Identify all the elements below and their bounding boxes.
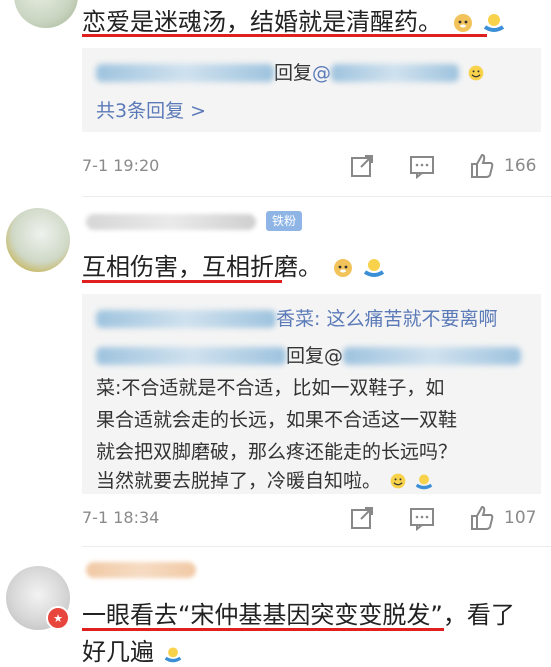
verified-badge-icon: ★ [46, 606, 70, 630]
fan-badge: 铁粉 [266, 211, 303, 231]
comment-text: 好几遍 [82, 632, 182, 667]
like-count: 107 [504, 508, 537, 528]
reply-text-line: 菜:不合适就是不合适，比如一双鞋子，如 [96, 377, 445, 399]
blurred-username [96, 347, 286, 365]
hug-emoji-icon [415, 474, 433, 490]
blurred-username [96, 64, 274, 82]
smile-emoji-icon [390, 473, 406, 489]
blurred-username [343, 347, 522, 365]
red-underline [82, 34, 487, 37]
smile-emoji-icon [468, 65, 484, 81]
comment-icon[interactable] [408, 152, 436, 180]
avatar[interactable] [6, 208, 70, 272]
like-icon[interactable] [468, 504, 496, 532]
more-replies-link[interactable]: 共3条回复 > [96, 96, 206, 123]
comment-meta: 7-1 19:20 166 [82, 152, 541, 182]
like-icon[interactable] [468, 152, 496, 180]
share-icon[interactable] [348, 504, 376, 532]
hug-emoji-icon [164, 647, 181, 663]
comment-text: 恋爱是迷魂汤，结婚就是清醒药。 [82, 2, 505, 37]
reply-box[interactable]: 香菜: 这么痛苦就不要离啊 回复@ 菜:不合适就是不合适，比如一双鞋子，如 果合… [82, 294, 541, 494]
reply-line[interactable]: 回复@ [96, 58, 485, 85]
comment-meta: 7-1 18:34 107 [82, 504, 541, 534]
red-underline [82, 280, 282, 283]
reply-text-line: 果合适就会走的长远，如果不合适这一双鞋 [96, 409, 458, 431]
comment-text: 互相伤害，互相折磨。 [82, 247, 385, 282]
divider [82, 546, 551, 547]
reply-text-line: 当然就要去脱掉了，冷暖自知啦。 [96, 466, 433, 493]
blurred-username [96, 310, 276, 328]
doge-emoji-icon [333, 259, 352, 277]
timestamp: 7-1 19:20 [82, 156, 160, 175]
reply-text-line: 就会把双脚磨破，那么疼还能走的长远吗？ [96, 441, 458, 463]
blurred-username [331, 64, 460, 82]
red-underline [82, 628, 444, 631]
reply-box[interactable]: 回复@ 共3条回复 > [82, 48, 541, 132]
reply-line[interactable]: 回复@ [96, 341, 522, 368]
blurred-username [86, 562, 196, 578]
doge-emoji-icon [453, 14, 472, 32]
timestamp: 7-1 18:34 [82, 508, 160, 527]
hug-emoji-icon [364, 259, 385, 277]
share-icon[interactable] [348, 152, 376, 180]
blurred-username [86, 214, 256, 230]
like-count: 166 [504, 156, 537, 176]
divider [82, 196, 551, 197]
reply-line[interactable]: 香菜: 这么痛苦就不要离啊 [96, 304, 497, 331]
hug-emoji-icon [484, 14, 505, 32]
comment-text: 一眼看去“宋仲基基因突变变脱发”，看了 [82, 601, 515, 629]
comment-icon[interactable] [408, 504, 436, 532]
avatar[interactable] [14, 0, 78, 28]
